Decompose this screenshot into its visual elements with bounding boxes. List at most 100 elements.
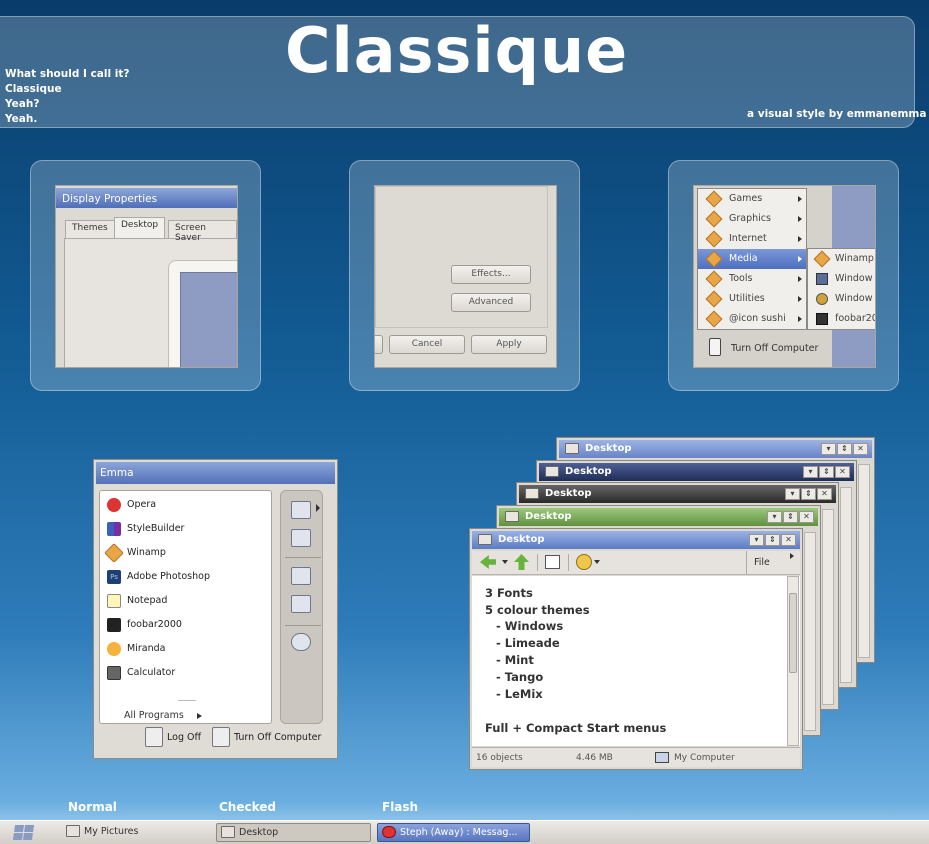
minimize-icon[interactable]: ▾ <box>767 511 782 523</box>
program-stylebuilder[interactable]: StyleBuilder <box>100 517 271 541</box>
menu-item-tools[interactable]: Tools <box>698 269 806 289</box>
submenu-item-window-2[interactable]: Window <box>808 289 875 309</box>
content-line: 3 Fonts <box>485 586 533 600</box>
submenu-item-window[interactable]: Window <box>808 269 875 289</box>
minimize-icon[interactable]: ▾ <box>821 443 836 455</box>
scrollbar[interactable] <box>858 464 870 658</box>
submenu-item-foobar[interactable]: foobar20 <box>808 309 875 329</box>
page-title: Classique <box>285 14 629 87</box>
smiley-icon[interactable] <box>576 554 592 570</box>
window-titlebar[interactable]: Desktop ▾ ⇕ ✕ <box>539 463 854 481</box>
menu-item-label: Tools <box>729 273 753 284</box>
window-title: Display Properties <box>56 188 237 208</box>
folder-icon <box>505 511 519 522</box>
scrollbar[interactable] <box>804 532 816 731</box>
program-label: Miranda <box>127 643 166 654</box>
taskbar-button-desktop[interactable]: Desktop <box>216 823 371 842</box>
display-properties-preview: Display Properties Themes Desktop Screen… <box>55 185 238 368</box>
turn-off-button[interactable]: Turn Off Computer <box>212 727 321 747</box>
menu-item-internet[interactable]: Internet <box>698 229 806 249</box>
content-line: - Limeade <box>496 636 560 650</box>
taskbar-button-my-pictures[interactable]: My Pictures <box>62 823 212 842</box>
scrollbar[interactable] <box>840 487 852 683</box>
window-titlebar[interactable]: Desktop ▾ ⇕ ✕ <box>472 531 800 549</box>
program-label: Adobe Photoshop <box>127 571 210 582</box>
program-adobe-photoshop[interactable]: Ps Adobe Photoshop <box>100 565 271 589</box>
program-miranda[interactable]: Miranda <box>100 637 271 661</box>
menu-item-media[interactable]: Media <box>698 249 806 269</box>
program-calculator[interactable]: Calculator <box>100 661 271 685</box>
separator <box>537 554 538 571</box>
program-winamp[interactable]: Winamp <box>100 541 271 565</box>
tab-themes[interactable]: Themes <box>65 220 115 238</box>
folder-icon <box>705 270 723 288</box>
close-icon[interactable]: ✕ <box>817 488 832 500</box>
folder-icon <box>705 250 723 268</box>
back-arrow-icon[interactable] <box>480 555 496 569</box>
maximize-icon[interactable]: ⇕ <box>765 534 780 546</box>
maximize-icon[interactable]: ⇕ <box>801 488 816 500</box>
advanced-button[interactable]: Advanced <box>451 293 531 312</box>
maximize-icon[interactable]: ⇕ <box>837 443 852 455</box>
scrollbar-thumb[interactable] <box>789 593 797 673</box>
search-icon[interactable] <box>291 595 311 613</box>
chevron-down-icon[interactable] <box>502 560 508 564</box>
explorer-toolbar: File <box>472 551 800 575</box>
ok-button-partial[interactable] <box>375 335 383 354</box>
gear-icon[interactable] <box>291 633 311 651</box>
all-programs-label[interactable]: All Programs <box>124 710 184 721</box>
winamp-icon <box>813 250 831 268</box>
maximize-icon[interactable]: ⇕ <box>783 511 798 523</box>
window-titlebar[interactable]: Desktop ▾ ⇕ ✕ <box>559 440 872 458</box>
tab-desktop[interactable]: Desktop <box>114 217 166 238</box>
taskbar-button-miranda[interactable]: Steph (Away) : Messag... <box>377 823 530 842</box>
log-off-button[interactable]: Log Off <box>145 727 201 747</box>
start-menu-places <box>280 490 323 724</box>
chevron-right-icon <box>798 236 802 242</box>
menu-item-games[interactable]: Games <box>698 189 806 209</box>
my-computer-icon[interactable] <box>291 529 311 547</box>
minimize-icon[interactable]: ▾ <box>785 488 800 500</box>
minimize-icon[interactable]: ▾ <box>803 466 818 478</box>
file-menu[interactable]: File <box>754 557 770 568</box>
close-icon[interactable]: ✕ <box>853 443 868 455</box>
close-icon[interactable]: ✕ <box>781 534 796 546</box>
menu-item-utilities[interactable]: Utilities <box>698 289 806 309</box>
effects-button[interactable]: Effects... <box>451 265 531 284</box>
folder-icon <box>221 826 235 838</box>
folder-icon <box>705 230 723 248</box>
chevron-down-icon[interactable] <box>594 560 600 564</box>
scrollbar[interactable] <box>822 509 834 705</box>
menu-item-graphics[interactable]: Graphics <box>698 209 806 229</box>
minimize-icon[interactable]: ▾ <box>749 534 764 546</box>
submenu-item-winamp[interactable]: Winamp <box>808 249 875 269</box>
my-documents-icon[interactable] <box>291 501 311 519</box>
close-icon[interactable]: ✕ <box>835 466 850 478</box>
start-menu-programs: Opera StyleBuilder Winamp Ps Adobe Photos… <box>99 490 272 724</box>
window-titlebar[interactable]: Desktop ▾ ⇕ ✕ <box>499 508 818 526</box>
start-button[interactable] <box>12 825 35 840</box>
program-notepad[interactable]: Notepad <box>100 589 271 613</box>
folder-icon <box>478 534 492 545</box>
content-line: - Windows <box>496 619 564 633</box>
close-icon[interactable]: ✕ <box>799 511 814 523</box>
turn-off-computer-label[interactable]: Turn Off Computer <box>731 343 818 354</box>
maximize-icon[interactable]: ⇕ <box>819 466 834 478</box>
views-icon[interactable] <box>545 555 560 569</box>
cancel-button[interactable]: Cancel <box>389 335 465 354</box>
tab-screen-saver[interactable]: Screen Saver <box>168 220 237 243</box>
program-opera[interactable]: Opera <box>100 493 271 517</box>
chevron-right-icon <box>798 276 802 282</box>
apply-button[interactable]: Apply <box>471 335 547 354</box>
window-titlebar[interactable]: Desktop ▾ ⇕ ✕ <box>519 485 836 503</box>
menu-item-icon-sushi[interactable]: @icon sushi <box>698 309 806 329</box>
media-submenu: Winamp Window Window foobar20 <box>807 248 875 330</box>
program-foobar2000[interactable]: foobar2000 <box>100 613 271 637</box>
pictures-folder-icon <box>66 825 80 837</box>
chevron-right-icon <box>798 316 802 322</box>
scrollbar[interactable] <box>787 576 799 746</box>
up-arrow-icon[interactable] <box>514 554 529 570</box>
buttons-preview: Effects... Advanced Cancel Apply <box>374 185 557 368</box>
calculator-icon <box>107 666 121 680</box>
control-panel-icon[interactable] <box>291 567 311 585</box>
